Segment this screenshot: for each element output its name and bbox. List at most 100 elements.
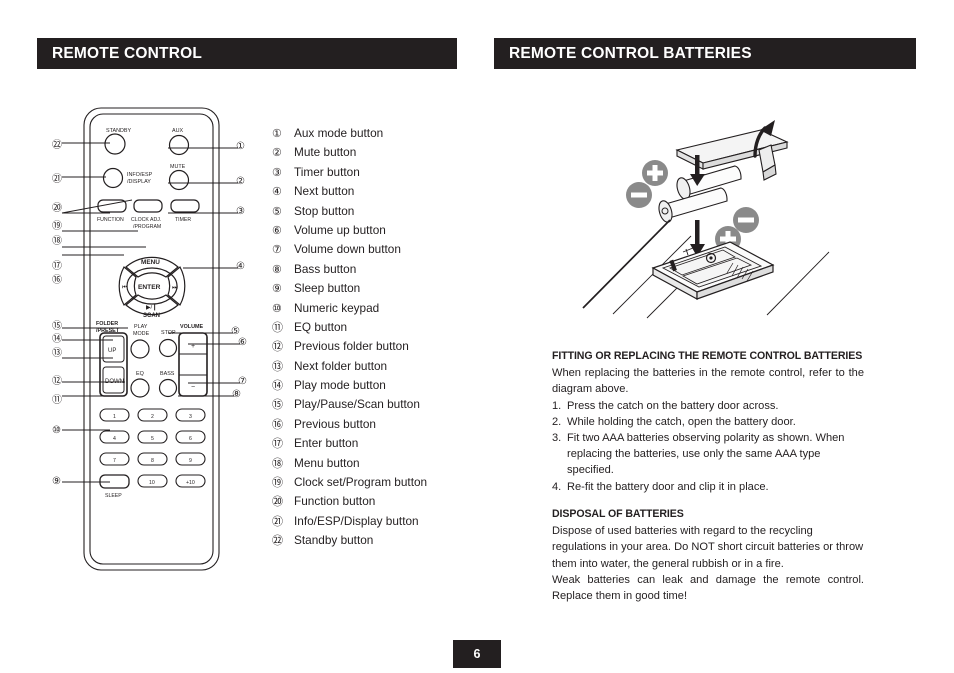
remote-label-folder: FOLDER (96, 321, 118, 327)
legend-label: Clock set/Program button (294, 475, 428, 490)
remote-key-9-label: 9 (189, 458, 192, 464)
callout-11: ⑪ (52, 395, 62, 406)
legend-label: Bass button (294, 261, 357, 276)
legend-item: ⑫ Previous folder button (272, 339, 472, 360)
legend-label: Stop button (294, 203, 355, 218)
remote-key-5-label: 5 (151, 436, 154, 442)
legend-label: Function button (294, 494, 376, 509)
legend-number: ⑤ (272, 205, 282, 218)
callout-2: ② (236, 176, 245, 187)
legend-number: ③ (272, 166, 282, 179)
remote-key-4-label: 4 (113, 436, 116, 442)
callout-20: ⑳ (52, 203, 62, 214)
remote-label-info-esp: INFO/ESP (127, 172, 153, 178)
legend-number: ② (272, 147, 282, 160)
polarity-marker-plus-top (642, 160, 668, 186)
callout-10: ⑩ (52, 425, 61, 436)
section-header-remote-control-batteries: REMOTE CONTROL BATTERIES (494, 38, 916, 69)
remote-button-mute[interactable] (168, 169, 190, 191)
legend-number: ⑦ (272, 244, 282, 257)
remote-button-info-display[interactable] (102, 167, 124, 189)
callout-8: ⑧ (232, 389, 241, 400)
fitting-step: 1. Press the catch on the battery door a… (552, 398, 864, 414)
legend-item: ⑦ Volume down button (272, 244, 472, 263)
callout-3: ③ (236, 206, 245, 217)
remote-button-bass[interactable] (158, 378, 178, 398)
legend-number: ⑲ (272, 477, 283, 490)
step-text: Re-fit the battery door and clip it in p… (567, 480, 769, 493)
legend-item: ⑰ Enter button (272, 436, 472, 457)
remote-label-volume-up: + (191, 343, 195, 350)
callout-6: ⑥ (238, 337, 247, 348)
remote-label-function: FUNCTION (97, 217, 124, 223)
remote-button-clock-program[interactable] (133, 199, 163, 213)
legend-label: Previous folder button (294, 339, 409, 354)
section-header-left-label: REMOTE CONTROL (52, 44, 203, 62)
legend-item: ④ Next button (272, 185, 472, 205)
remote-label-enter: ENTER (138, 284, 161, 291)
legend-label: Timer button (294, 164, 360, 179)
legend-number: ㉒ (272, 535, 283, 548)
remote-button-timer[interactable] (170, 199, 200, 213)
legend-label: Previous button (294, 416, 376, 431)
remote-control-legend: ① Aux mode button ② Mute button ③ Timer … (272, 126, 472, 555)
remote-label-clock-adj: CLOCK ADJ. (131, 217, 161, 223)
step-index: 4. (552, 480, 562, 493)
page-number-value: 6 (473, 647, 481, 661)
manual-page: REMOTE CONTROL REMOTE CONTROL BATTERIES (0, 0, 954, 673)
remote-label-display: /DISPLAY (127, 179, 151, 185)
legend-label: Volume up button (294, 222, 386, 237)
legend-label: Info/ESP/Display button (294, 513, 419, 528)
battery-compartment (651, 241, 775, 301)
legend-number: ㉑ (272, 515, 283, 528)
step-index: 3. (552, 432, 562, 445)
callout-7: ⑦ (238, 376, 247, 387)
step-index: 2. (552, 415, 562, 428)
legend-number: ⑳ (272, 496, 283, 509)
remote-label-down: DOWN (105, 379, 124, 385)
legend-number: ⑪ (272, 321, 283, 334)
legend-number: ⑬ (272, 360, 283, 373)
legend-number: ④ (272, 186, 282, 199)
remote-button-aux[interactable] (168, 134, 190, 156)
legend-number: ⑧ (272, 263, 282, 276)
legend-label: Aux mode button (294, 126, 384, 140)
legend-label: EQ button (294, 319, 348, 334)
legend-number: ⑯ (272, 418, 283, 431)
callout-17: ⑰ (52, 261, 62, 272)
remote-button-stop[interactable] (158, 338, 178, 358)
remote-key-6-label: 6 (189, 436, 192, 442)
remote-button-eq[interactable] (130, 378, 150, 398)
callout-14: ⑭ (52, 334, 62, 345)
disposal-heading: DISPOSAL OF BATTERIES (552, 507, 684, 520)
legend-label: Play mode button (294, 378, 386, 393)
callout-19: ⑲ (52, 221, 62, 232)
callout-13: ⑬ (52, 348, 62, 359)
fitting-step: 3. Fit two AAA batteries observing polar… (552, 430, 864, 479)
remote-label-mode: MODE (133, 331, 150, 337)
step-text: Press the catch on the battery door acro… (567, 399, 779, 412)
remote-key-10-label: 10 (149, 480, 155, 486)
remote-label-timer: TIMER (175, 217, 191, 223)
remote-button-play-mode[interactable] (130, 339, 150, 359)
disposal-paragraph-1: Dispose of used batteries with regard to… (552, 525, 864, 570)
remote-key-7-label: 7 (113, 458, 116, 464)
remote-button-standby[interactable] (104, 133, 126, 155)
remote-numeric-keypad: 1 2 3 4 5 6 7 8 9 SLEEP 10 +10 (99, 408, 206, 499)
callout-12: ⑫ (52, 376, 62, 387)
legend-item: ㉒ Standby button (272, 533, 472, 554)
legend-number: ⑫ (272, 341, 283, 354)
legend-item: ⑨ Sleep button (272, 282, 472, 302)
remote-icon-next-track-icon: ⏭ (172, 284, 178, 291)
fitting-intro: When replacing the batteries in the remo… (552, 367, 864, 396)
remote-label-volume-down: − (191, 384, 195, 391)
legend-number: ① (272, 128, 282, 140)
legend-item: ⑳ Function button (272, 496, 472, 515)
legend-item: ⑮ Play/Pause/Scan button (272, 399, 472, 418)
callout-1: ① (236, 141, 245, 152)
legend-label: Enter button (294, 436, 359, 451)
battery-instructions: FITTING OR REPLACING THE REMOTE CONTROL … (552, 350, 864, 604)
fitting-heading: FITTING OR REPLACING THE REMOTE CONTROL … (552, 350, 863, 362)
remote-button-sleep[interactable] (99, 474, 130, 489)
legend-label: Standby button (294, 533, 374, 548)
